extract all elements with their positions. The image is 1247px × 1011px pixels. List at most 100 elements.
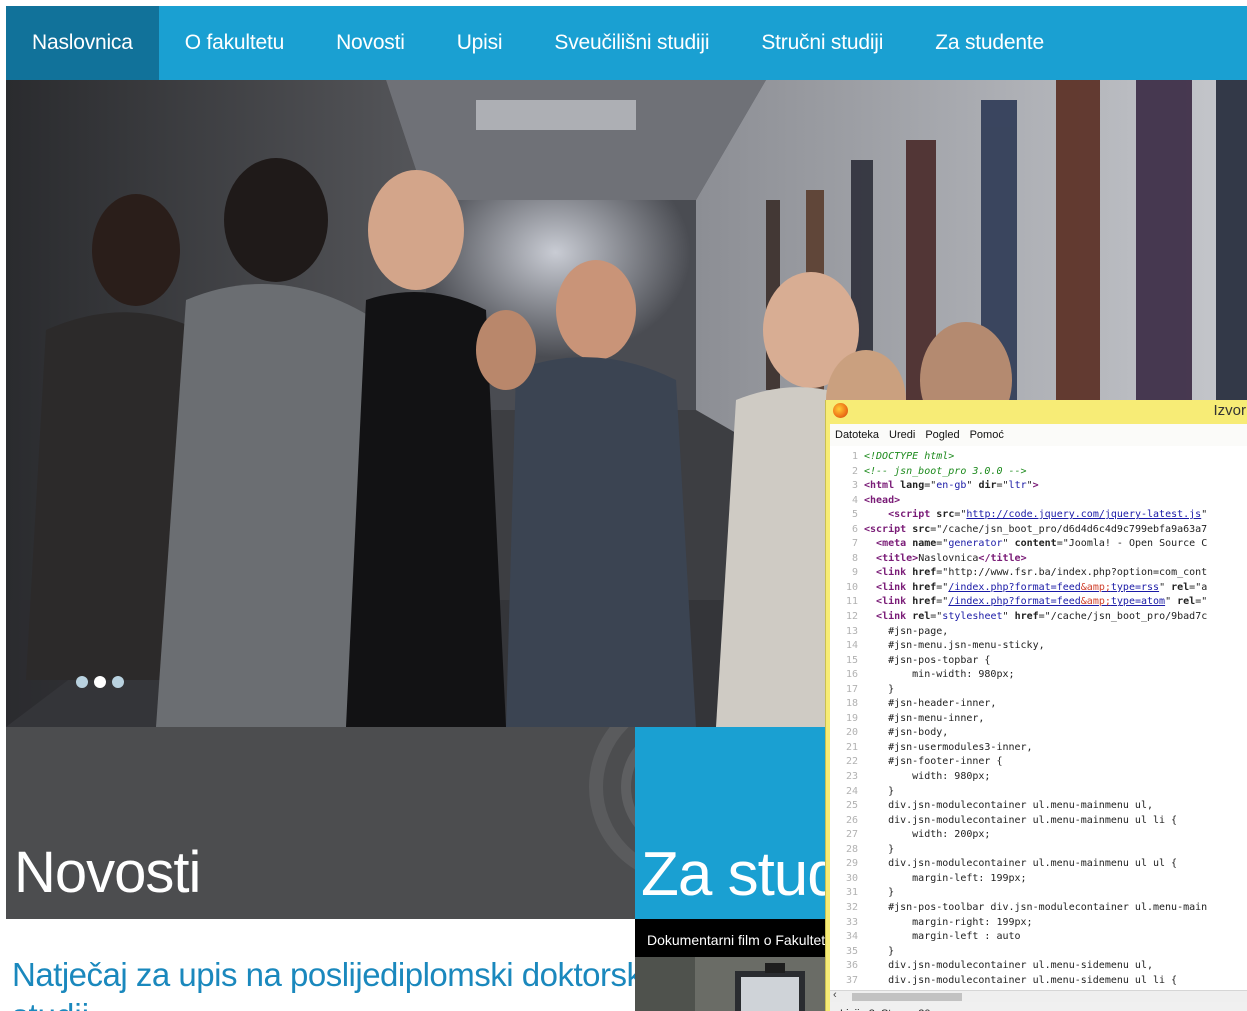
line-number: 20: [845, 727, 858, 739]
nav-item-o-fakultetu[interactable]: O fakultetu: [159, 6, 310, 80]
line-number: 17: [845, 683, 858, 695]
students-video-thumbnail[interactable]: [635, 957, 835, 1011]
scrollbar-thumb[interactable]: [852, 993, 962, 1001]
line-number: 36: [845, 960, 858, 972]
line-number: 11: [845, 596, 858, 608]
code-line: 25 div.jsn-modulecontainer ul.menu-mainm…: [830, 799, 1247, 814]
line-number: 13: [845, 625, 858, 637]
code-line: 23 width: 980px;: [830, 770, 1247, 785]
nav-item-strucni-studiji[interactable]: Stručni studiji: [735, 6, 909, 80]
code-text: <link href="/index.php?format=feed&amp;t…: [876, 581, 1208, 593]
code-text: margin-left: 199px;: [864, 872, 1027, 884]
code-line: 13 #jsn-page,: [830, 625, 1247, 640]
students-caption[interactable]: Dokumentarni film o Fakultetu strojarstv…: [635, 919, 835, 957]
code-line: 37 div.jsn-modulecontainer ul.menu-sidem…: [830, 974, 1247, 989]
nav-item-naslovnica[interactable]: Naslovnica: [6, 6, 159, 80]
code-text: }: [864, 683, 895, 695]
news-headline-link[interactable]: Natječaj za upis na poslijediplomski dok…: [12, 956, 650, 994]
code-text: min-width: 980px;: [864, 669, 1015, 681]
menu-datoteka[interactable]: Datoteka: [835, 429, 879, 441]
code-text: }: [864, 887, 895, 899]
code-text: <script src="/cache/jsn_boot_pro/d6d4d6c…: [864, 523, 1208, 535]
line-number: 35: [845, 945, 858, 957]
code-text: div.jsn-modulecontainer ul.menu-mainmenu…: [864, 858, 1178, 870]
code-text: #jsn-header-inner,: [864, 698, 997, 710]
line-number: 26: [845, 814, 858, 826]
line-number: 14: [845, 640, 858, 652]
menu-pomoc[interactable]: Pomoć: [970, 429, 1004, 441]
line-number: 9: [851, 567, 858, 579]
line-number: 22: [845, 756, 858, 768]
line-number: 28: [845, 843, 858, 855]
source-code-view[interactable]: 1 <!DOCTYPE html> 2 <!-- jsn_boot_pro 3.0.0…: [830, 446, 1247, 990]
code-line: 6 <script src="/cache/jsn_boot_pro/d6d4d6…: [830, 523, 1247, 538]
line-number: 37: [845, 974, 858, 986]
code-line: 33 margin-right: 199px;: [830, 916, 1247, 931]
news-headline-link-cont[interactable]: studij: [12, 997, 89, 1011]
line-number: 29: [845, 858, 858, 870]
code-line: 22 #jsn-footer-inner {: [830, 755, 1247, 770]
code-line: 12 <link rel="stylesheet" href="/cache/j…: [830, 610, 1247, 625]
line-number: 31: [845, 887, 858, 899]
code-line: 14 #jsn-menu.jsn-menu-sticky,: [830, 639, 1247, 654]
code-line: 32 #jsn-pos-toolbar div.jsn-modulecontai…: [830, 901, 1247, 916]
news-title: Novosti: [14, 840, 201, 905]
code-text: }: [864, 945, 895, 957]
menubar: Datoteka Uredi Pogled Pomoć: [830, 424, 1247, 446]
code-line: 26 div.jsn-modulecontainer ul.menu-mainm…: [830, 814, 1247, 829]
code-line: 4 <head>: [830, 494, 1247, 509]
window-title: Izvor: [1213, 402, 1246, 419]
code-text: #jsn-menu.jsn-menu-sticky,: [864, 640, 1045, 652]
code-text: <html lang="en-gb" dir="ltr">: [864, 480, 1039, 492]
code-line: 19 #jsn-menu-inner,: [830, 712, 1247, 727]
code-text: <head>: [864, 494, 901, 506]
main-nav: Naslovnica O fakultetu Novosti Upisi Sve…: [6, 6, 1247, 80]
nav-item-sveucilisni-studiji[interactable]: Sveučilišni studiji: [528, 6, 735, 80]
code-text: <!DOCTYPE html>: [864, 451, 955, 462]
code-text: <link href="http://www.fsr.ba/index.php?…: [876, 567, 1208, 579]
page: { "nav": { "items": [ {"label": "Naslovn…: [0, 0, 1247, 1011]
students-panel: Za studente: [635, 727, 835, 919]
code-line: 3 <html lang="en-gb" dir="ltr">: [830, 479, 1247, 494]
code-line: 24 }: [830, 785, 1247, 800]
slider-dot-2[interactable]: [94, 676, 106, 688]
code-text: #jsn-footer-inner {: [864, 756, 1003, 768]
code-text: div.jsn-modulecontainer ul.menu-mainmenu…: [864, 814, 1178, 826]
nav-item-za-studente[interactable]: Za studente: [909, 6, 1070, 80]
code-line: 35 }: [830, 945, 1247, 960]
slider-dot-1[interactable]: [76, 676, 88, 688]
line-number: 23: [845, 771, 858, 783]
code-line: 20 #jsn-body,: [830, 726, 1247, 741]
scroll-left-icon[interactable]: ‹: [833, 989, 837, 1001]
menu-uredi[interactable]: Uredi: [889, 429, 915, 441]
code-text: margin-left : auto: [864, 931, 1021, 943]
code-text: <meta name="generator" content="Joomla! …: [876, 538, 1208, 550]
menu-pogled[interactable]: Pogled: [925, 429, 959, 441]
code-text: <script src="http://code.jquery.com/jque…: [888, 509, 1208, 521]
nav-item-novosti[interactable]: Novosti: [310, 6, 431, 80]
code-text: }: [864, 843, 895, 855]
code-line: 29 div.jsn-modulecontainer ul.menu-mainm…: [830, 857, 1247, 872]
code-text: #jsn-pos-topbar {: [864, 654, 991, 666]
code-line: 5 <script src="http://code.jquery.com/jq…: [830, 508, 1247, 523]
code-text: }: [864, 785, 895, 797]
nav-item-upisi[interactable]: Upisi: [431, 6, 529, 80]
horizontal-scrollbar[interactable]: ‹: [830, 989, 1247, 1002]
line-number: 3: [851, 480, 858, 492]
window-titlebar[interactable]: Izvor: [826, 400, 1247, 422]
line-number: 34: [845, 931, 858, 943]
line-number: 1: [851, 451, 858, 462]
code-text: <!-- jsn_boot_pro 3.0.0 -->: [864, 465, 1027, 477]
code-text: <title>Naslovnica</title>: [876, 552, 1027, 564]
view-source-window[interactable]: Izvor Datoteka Uredi Pogled Pomoć 1 <!DOC…: [825, 400, 1247, 1011]
code-line: 2 <!-- jsn_boot_pro 3.0.0 -->: [830, 465, 1247, 480]
line-number: 10: [845, 581, 858, 593]
slider-dot-3[interactable]: [112, 676, 124, 688]
line-number: 16: [845, 669, 858, 681]
line-number: 2: [851, 465, 858, 477]
code-line: 18 #jsn-header-inner,: [830, 697, 1247, 712]
code-text: div.jsn-modulecontainer ul.menu-sidemenu…: [864, 960, 1153, 972]
code-text: width: 200px;: [864, 829, 991, 841]
line-number: 4: [851, 494, 858, 506]
line-number: 30: [845, 872, 858, 884]
